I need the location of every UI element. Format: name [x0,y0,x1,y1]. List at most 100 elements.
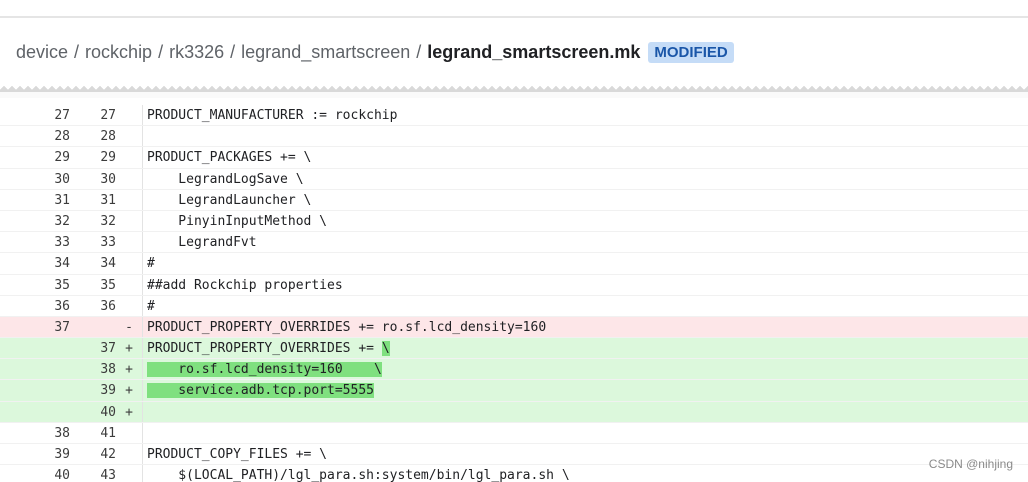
new-line-number[interactable]: 37 [70,338,116,358]
code-line: PRODUCT_PACKAGES += \ [147,150,312,166]
diff-row: 40 43 $(LOCAL_PATH)/lgl_para.sh:system/bi… [0,465,1028,482]
code-line: # [147,298,155,314]
code-line: PinyinInputMethod \ [147,213,328,229]
diff-row-added: 40 + [0,401,1028,423]
new-line-number[interactable]: 40 [70,402,116,422]
diff-row-added: 37 + PRODUCT_PROPERTY_OVERRIDES += \ [0,338,1028,360]
old-line-number[interactable]: 33 [0,232,70,252]
new-line-number[interactable]: 43 [70,465,116,482]
code-line: $(LOCAL_PATH)/lgl_para.sh:system/bin/lgl… [147,468,570,482]
code-line: ##add Rockchip properties [147,277,343,293]
old-line-number[interactable]: 34 [0,253,70,273]
new-line-number[interactable]: 29 [70,147,116,167]
diff-row-added: 38 + ro.sf.lcd_density=160 \ [0,359,1028,381]
new-line-number[interactable]: 38 [70,359,116,379]
new-line-number[interactable]: 31 [70,190,116,210]
new-line-number[interactable]: 35 [70,275,116,295]
file-name: legrand_smartscreen.mk [427,41,641,62]
new-line-number[interactable]: 32 [70,211,116,231]
old-line-number[interactable] [0,402,70,422]
diff-row: 36 36 # [0,295,1028,317]
file-header: device / rockchip / rk3326 / legrand_sma… [0,20,1028,84]
breadcrumb-separator: / [230,41,236,62]
diff-row: 35 35 ##add Rockchip properties [0,274,1028,296]
change-marker: + [125,383,133,399]
code-line: ro.sf.lcd_density=160 \ [147,362,382,378]
old-line-number[interactable]: 40 [0,465,70,482]
old-line-number[interactable]: 30 [0,169,70,189]
breadcrumb: device / rockchip / rk3326 / legrand_sma… [16,40,734,64]
breadcrumb-separator: / [74,41,80,62]
code-line: LegrandFvt [147,235,257,251]
code-line: # [147,256,155,272]
diff-row-deleted: 37 - PRODUCT_PROPERTY_OVERRIDES += ro.sf.l… [0,316,1028,339]
new-line-number[interactable] [70,317,116,337]
breadcrumb-item-device[interactable]: device [16,42,68,63]
new-line-number[interactable]: 42 [70,444,116,464]
breadcrumb-separator: / [158,41,164,62]
change-marker: - [125,319,133,335]
breadcrumb-separator: / [416,41,422,62]
old-line-number[interactable] [0,338,70,358]
diff-row: 33 33 LegrandFvt [0,232,1028,254]
old-line-number[interactable]: 29 [0,147,70,167]
code-line: PRODUCT_PROPERTY_OVERRIDES += ro.sf.lcd_… [147,319,547,335]
code-line: PRODUCT_COPY_FILES += \ [147,447,328,462]
change-marker [116,126,142,146]
change-marker [116,253,142,273]
old-line-number[interactable] [0,359,70,379]
diff-row-added: 39 + service.adb.tcp.port=5555 [0,380,1028,402]
change-marker: + [125,341,133,357]
new-line-number[interactable]: 30 [70,169,116,189]
code-line: LegrandLauncher \ [147,192,312,208]
code-line: PRODUCT_PROPERTY_OVERRIDES += \ [147,341,390,357]
code-line: LegrandLogSave \ [147,171,304,187]
old-line-number[interactable]: 37 [0,317,70,337]
breadcrumb-item-legrand-smartscreen[interactable]: legrand_smartscreen [241,42,410,63]
watermark: CSDN @nihjing [928,457,1013,471]
old-line-number[interactable] [0,380,70,400]
change-marker [116,232,142,252]
old-line-number[interactable]: 32 [0,211,70,231]
change-marker: + [125,362,133,378]
diff-row: 34 34 # [0,253,1028,275]
new-line-number[interactable]: 34 [70,253,116,273]
diff-row: 32 32 PinyinInputMethod \ [0,210,1028,233]
modified-badge: MODIFIED [648,41,734,63]
old-line-number[interactable]: 27 [0,105,70,125]
diff-row: 28 28 [0,126,1028,148]
change-marker [116,190,142,210]
change-marker: + [125,404,133,420]
change-marker [116,444,142,464]
top-divider [0,0,1028,18]
code-line: PRODUCT_MANUFACTURER := rockchip [147,108,398,123]
change-marker [116,147,142,167]
new-line-number[interactable]: 28 [70,126,116,146]
change-marker [116,105,142,125]
old-line-number[interactable]: 35 [0,275,70,295]
breadcrumb-item-rockchip[interactable]: rockchip [85,42,152,63]
old-line-number[interactable]: 31 [0,190,70,210]
old-line-number[interactable]: 38 [0,423,70,443]
diff-row: 38 41 [0,422,1028,444]
new-line-number[interactable]: 41 [70,423,116,443]
diff-fold-edge[interactable] [0,84,1028,98]
old-line-number[interactable]: 39 [0,444,70,464]
old-line-number[interactable]: 28 [0,126,70,146]
new-line-number[interactable]: 36 [70,296,116,316]
change-marker [116,211,142,231]
diff-row: 29 29 PRODUCT_PACKAGES += \ [0,147,1028,169]
change-marker [116,275,142,295]
diff-row: 30 30 LegrandLogSave \ [0,168,1028,190]
new-line-number[interactable]: 39 [70,380,116,400]
change-marker [116,296,142,316]
diff-row: 27 27 PRODUCT_MANUFACTURER := rockchip [0,105,1028,127]
old-line-number[interactable]: 36 [0,296,70,316]
new-line-number[interactable]: 27 [70,105,116,125]
breadcrumb-item-rk3326[interactable]: rk3326 [169,42,224,63]
diff-row: 39 42 PRODUCT_COPY_FILES += \ [0,444,1028,466]
new-line-number[interactable]: 33 [70,232,116,252]
